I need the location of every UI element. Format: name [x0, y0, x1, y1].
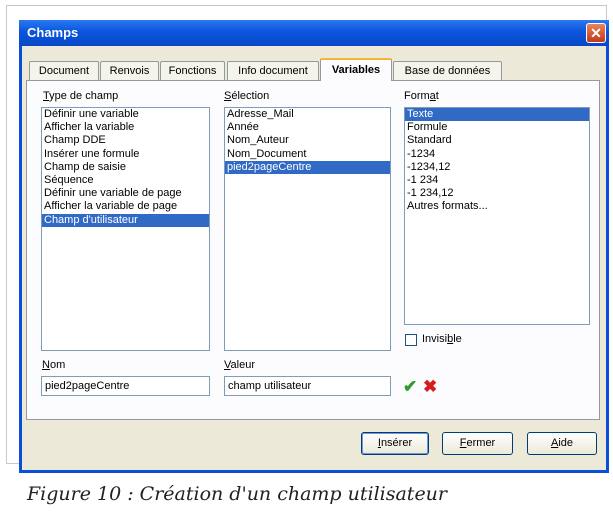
valeur-label: Valeur — [224, 359, 255, 371]
variables-panel: Type de champ Sélection Format Définir u… — [26, 80, 600, 420]
list-item[interactable]: Insérer une formule — [42, 148, 209, 161]
list-item[interactable]: Autres formats... — [405, 200, 589, 213]
dialog-window: Champs ✕ Document Renvois Fonctions Info… — [19, 20, 609, 473]
list-item-selected[interactable]: Champ d'utilisateur — [42, 213, 209, 227]
list-item[interactable]: Définir une variable — [42, 108, 209, 121]
invisible-checkbox[interactable] — [405, 334, 417, 346]
invisible-label: Invisible — [422, 333, 462, 345]
insert-button[interactable]: Insérer — [361, 432, 429, 455]
format-label: Format — [404, 90, 439, 102]
list-item[interactable]: -1234 — [405, 148, 589, 161]
figure-caption: Figure 10 : Création d'un champ utilisat… — [27, 483, 448, 505]
cross-icon[interactable]: ✖ — [423, 377, 437, 397]
list-item[interactable]: -1 234,12 — [405, 187, 589, 200]
format-list[interactable]: Texte Formule Standard -1234 -1234,12 -1… — [404, 107, 590, 325]
tab-info-document[interactable]: Info document — [227, 61, 319, 80]
list-item[interactable]: -1234,12 — [405, 161, 589, 174]
list-item[interactable]: Champ de saisie — [42, 161, 209, 174]
list-item-selected[interactable]: Texte — [405, 108, 589, 122]
list-item[interactable]: Définir une variable de page — [42, 187, 209, 200]
tab-variables[interactable]: Variables — [320, 58, 392, 81]
list-item[interactable]: Nom_Document — [225, 148, 390, 161]
list-item-selected[interactable]: pied2pageCentre — [225, 160, 390, 174]
tab-base-de-donnees[interactable]: Base de données — [393, 61, 502, 80]
list-item[interactable]: Adresse_Mail — [225, 108, 390, 121]
list-item[interactable]: Afficher la variable de page — [42, 200, 209, 213]
list-item[interactable]: -1 234 — [405, 174, 589, 187]
close-button[interactable]: Fermer — [442, 432, 513, 455]
selection-label: Sélection — [224, 90, 270, 102]
tab-document[interactable]: Document — [29, 61, 99, 80]
tab-fonctions[interactable]: Fonctions — [160, 61, 225, 80]
help-button[interactable]: Aide — [527, 432, 597, 455]
nom-input[interactable]: pied2pageCentre — [41, 376, 210, 396]
title-bar[interactable]: Champs ✕ — [19, 20, 609, 46]
list-item[interactable]: Formule — [405, 121, 589, 134]
list-item[interactable]: Séquence — [42, 174, 209, 187]
list-item[interactable]: Standard — [405, 134, 589, 147]
type-de-champ-label: Type de champ — [43, 90, 119, 102]
list-item[interactable]: Nom_Auteur — [225, 134, 390, 147]
list-item[interactable]: Afficher la variable — [42, 121, 209, 134]
window-title: Champs — [27, 25, 79, 40]
dialog-client: Document Renvois Fonctions Info document… — [22, 46, 606, 470]
tab-renvois[interactable]: Renvois — [100, 61, 159, 80]
valeur-input[interactable]: champ utilisateur — [224, 376, 391, 396]
list-item[interactable]: Année — [225, 121, 390, 134]
type-de-champ-list[interactable]: Définir une variable Afficher la variabl… — [41, 107, 210, 351]
check-icon[interactable]: ✔ — [403, 377, 417, 397]
close-icon[interactable]: ✕ — [586, 23, 606, 43]
selection-list[interactable]: Adresse_Mail Année Nom_Auteur Nom_Docume… — [224, 107, 391, 351]
list-item[interactable]: Champ DDE — [42, 134, 209, 147]
nom-label: Nom — [42, 359, 66, 371]
